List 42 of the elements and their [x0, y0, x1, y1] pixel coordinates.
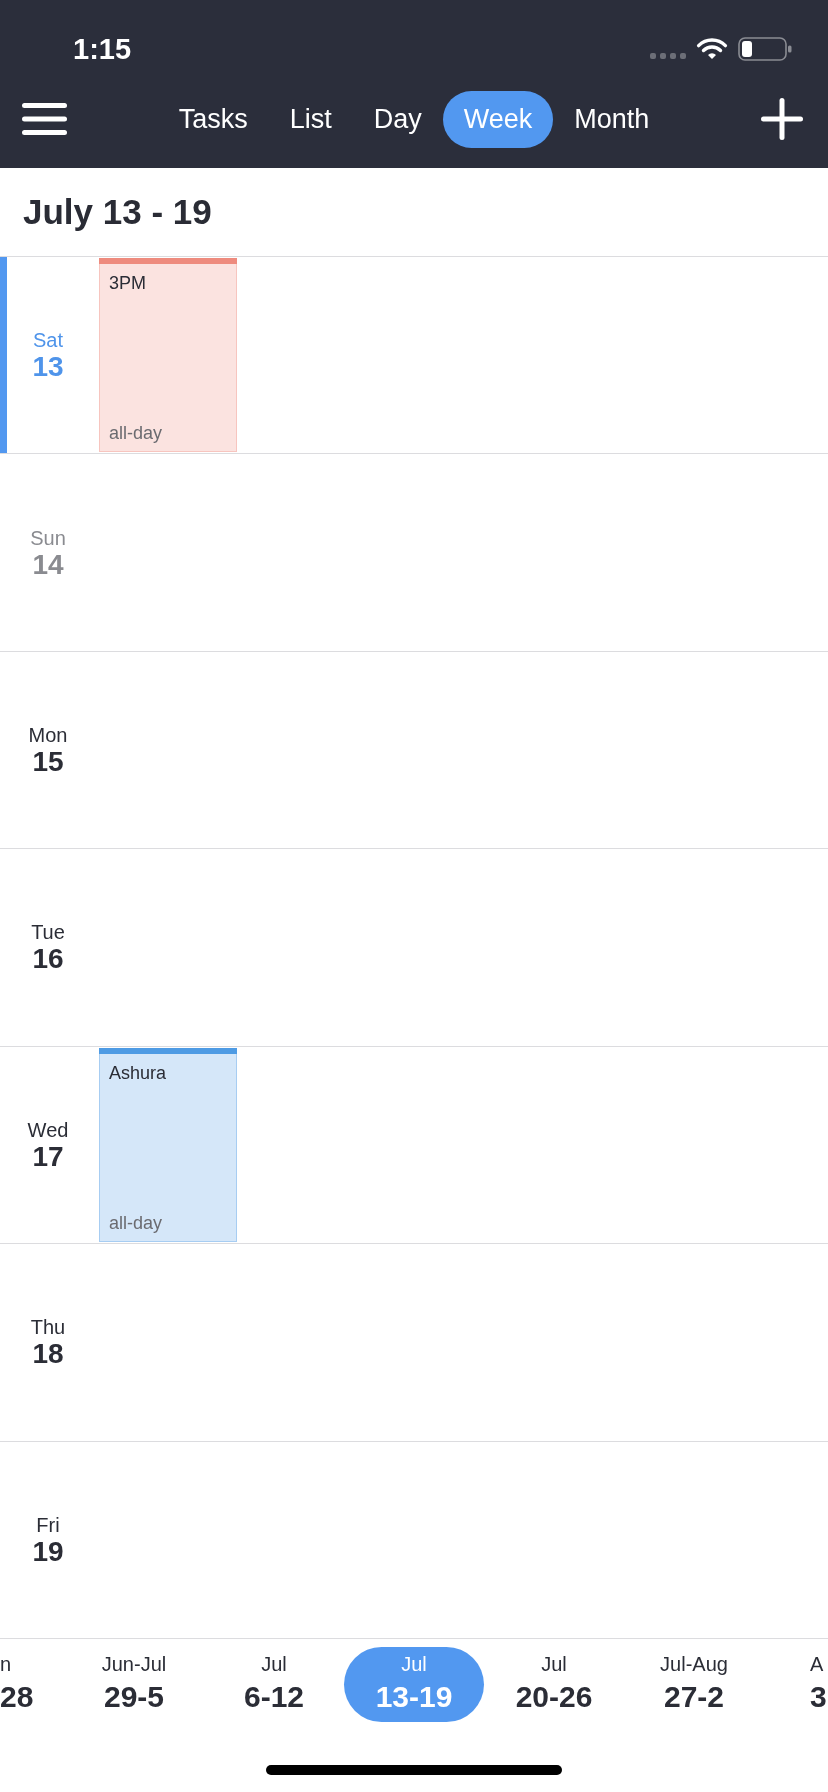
- day-cell[interactable]: Wed 17: [0, 1046, 97, 1244]
- weekday-label: Sat: [33, 328, 63, 353]
- day-number: 15: [32, 747, 64, 778]
- day-number: 17: [32, 1141, 64, 1172]
- event-all-day-label: all-day: [108, 1212, 164, 1236]
- view-tab[interactable]: List: [268, 90, 353, 148]
- week-chip[interactable]: Jun-Jul 29-5: [64, 1647, 204, 1722]
- week-chip[interactable]: n 28: [0, 1647, 64, 1722]
- event-card[interactable]: 3PM all-day: [99, 258, 237, 453]
- signal-icon: [650, 53, 686, 59]
- weekday-label: Tue: [31, 920, 65, 945]
- view-tab[interactable]: Tasks: [157, 90, 269, 148]
- week-chip[interactable]: Jul 20-26: [484, 1647, 624, 1722]
- weekday-label: Wed: [27, 1117, 69, 1142]
- battery-icon: [738, 37, 792, 61]
- day-cell[interactable]: Mon 15: [0, 651, 97, 849]
- day-number: 16: [32, 944, 64, 975]
- view-tab[interactable]: Month: [553, 90, 671, 148]
- weekday-label: Fri: [36, 1512, 60, 1537]
- weekday-label: Thu: [30, 1315, 66, 1340]
- wifi-icon: [696, 38, 728, 60]
- event-card[interactable]: Ashura all-day: [99, 1047, 237, 1243]
- weekday-label: Sun: [30, 525, 66, 550]
- event-title: Ashura: [108, 1061, 168, 1084]
- weekday-label: Mon: [28, 723, 68, 748]
- week-chip[interactable]: A 3: [764, 1647, 828, 1722]
- day-cell[interactable]: Thu 18: [0, 1244, 97, 1441]
- status-time: 1:15: [73, 32, 132, 66]
- menu-icon[interactable]: [22, 103, 67, 135]
- day-number: 13: [32, 352, 64, 383]
- day-number: 14: [32, 549, 64, 580]
- week-title: July 13 - 19: [23, 191, 212, 233]
- view-tab[interactable]: Day: [352, 90, 443, 148]
- event-title: 3PM: [108, 272, 147, 294]
- add-icon[interactable]: [761, 98, 803, 140]
- event-all-day-label: all-day: [108, 422, 164, 446]
- day-cell[interactable]: Fri 19: [0, 1441, 97, 1638]
- week-chip[interactable]: Jul 6-12: [204, 1647, 344, 1722]
- day-number: 19: [32, 1536, 64, 1567]
- day-cell[interactable]: Tue 16: [0, 849, 97, 1046]
- day-number: 18: [32, 1339, 64, 1370]
- week-chip[interactable]: Jul-Aug 27-2: [624, 1647, 764, 1722]
